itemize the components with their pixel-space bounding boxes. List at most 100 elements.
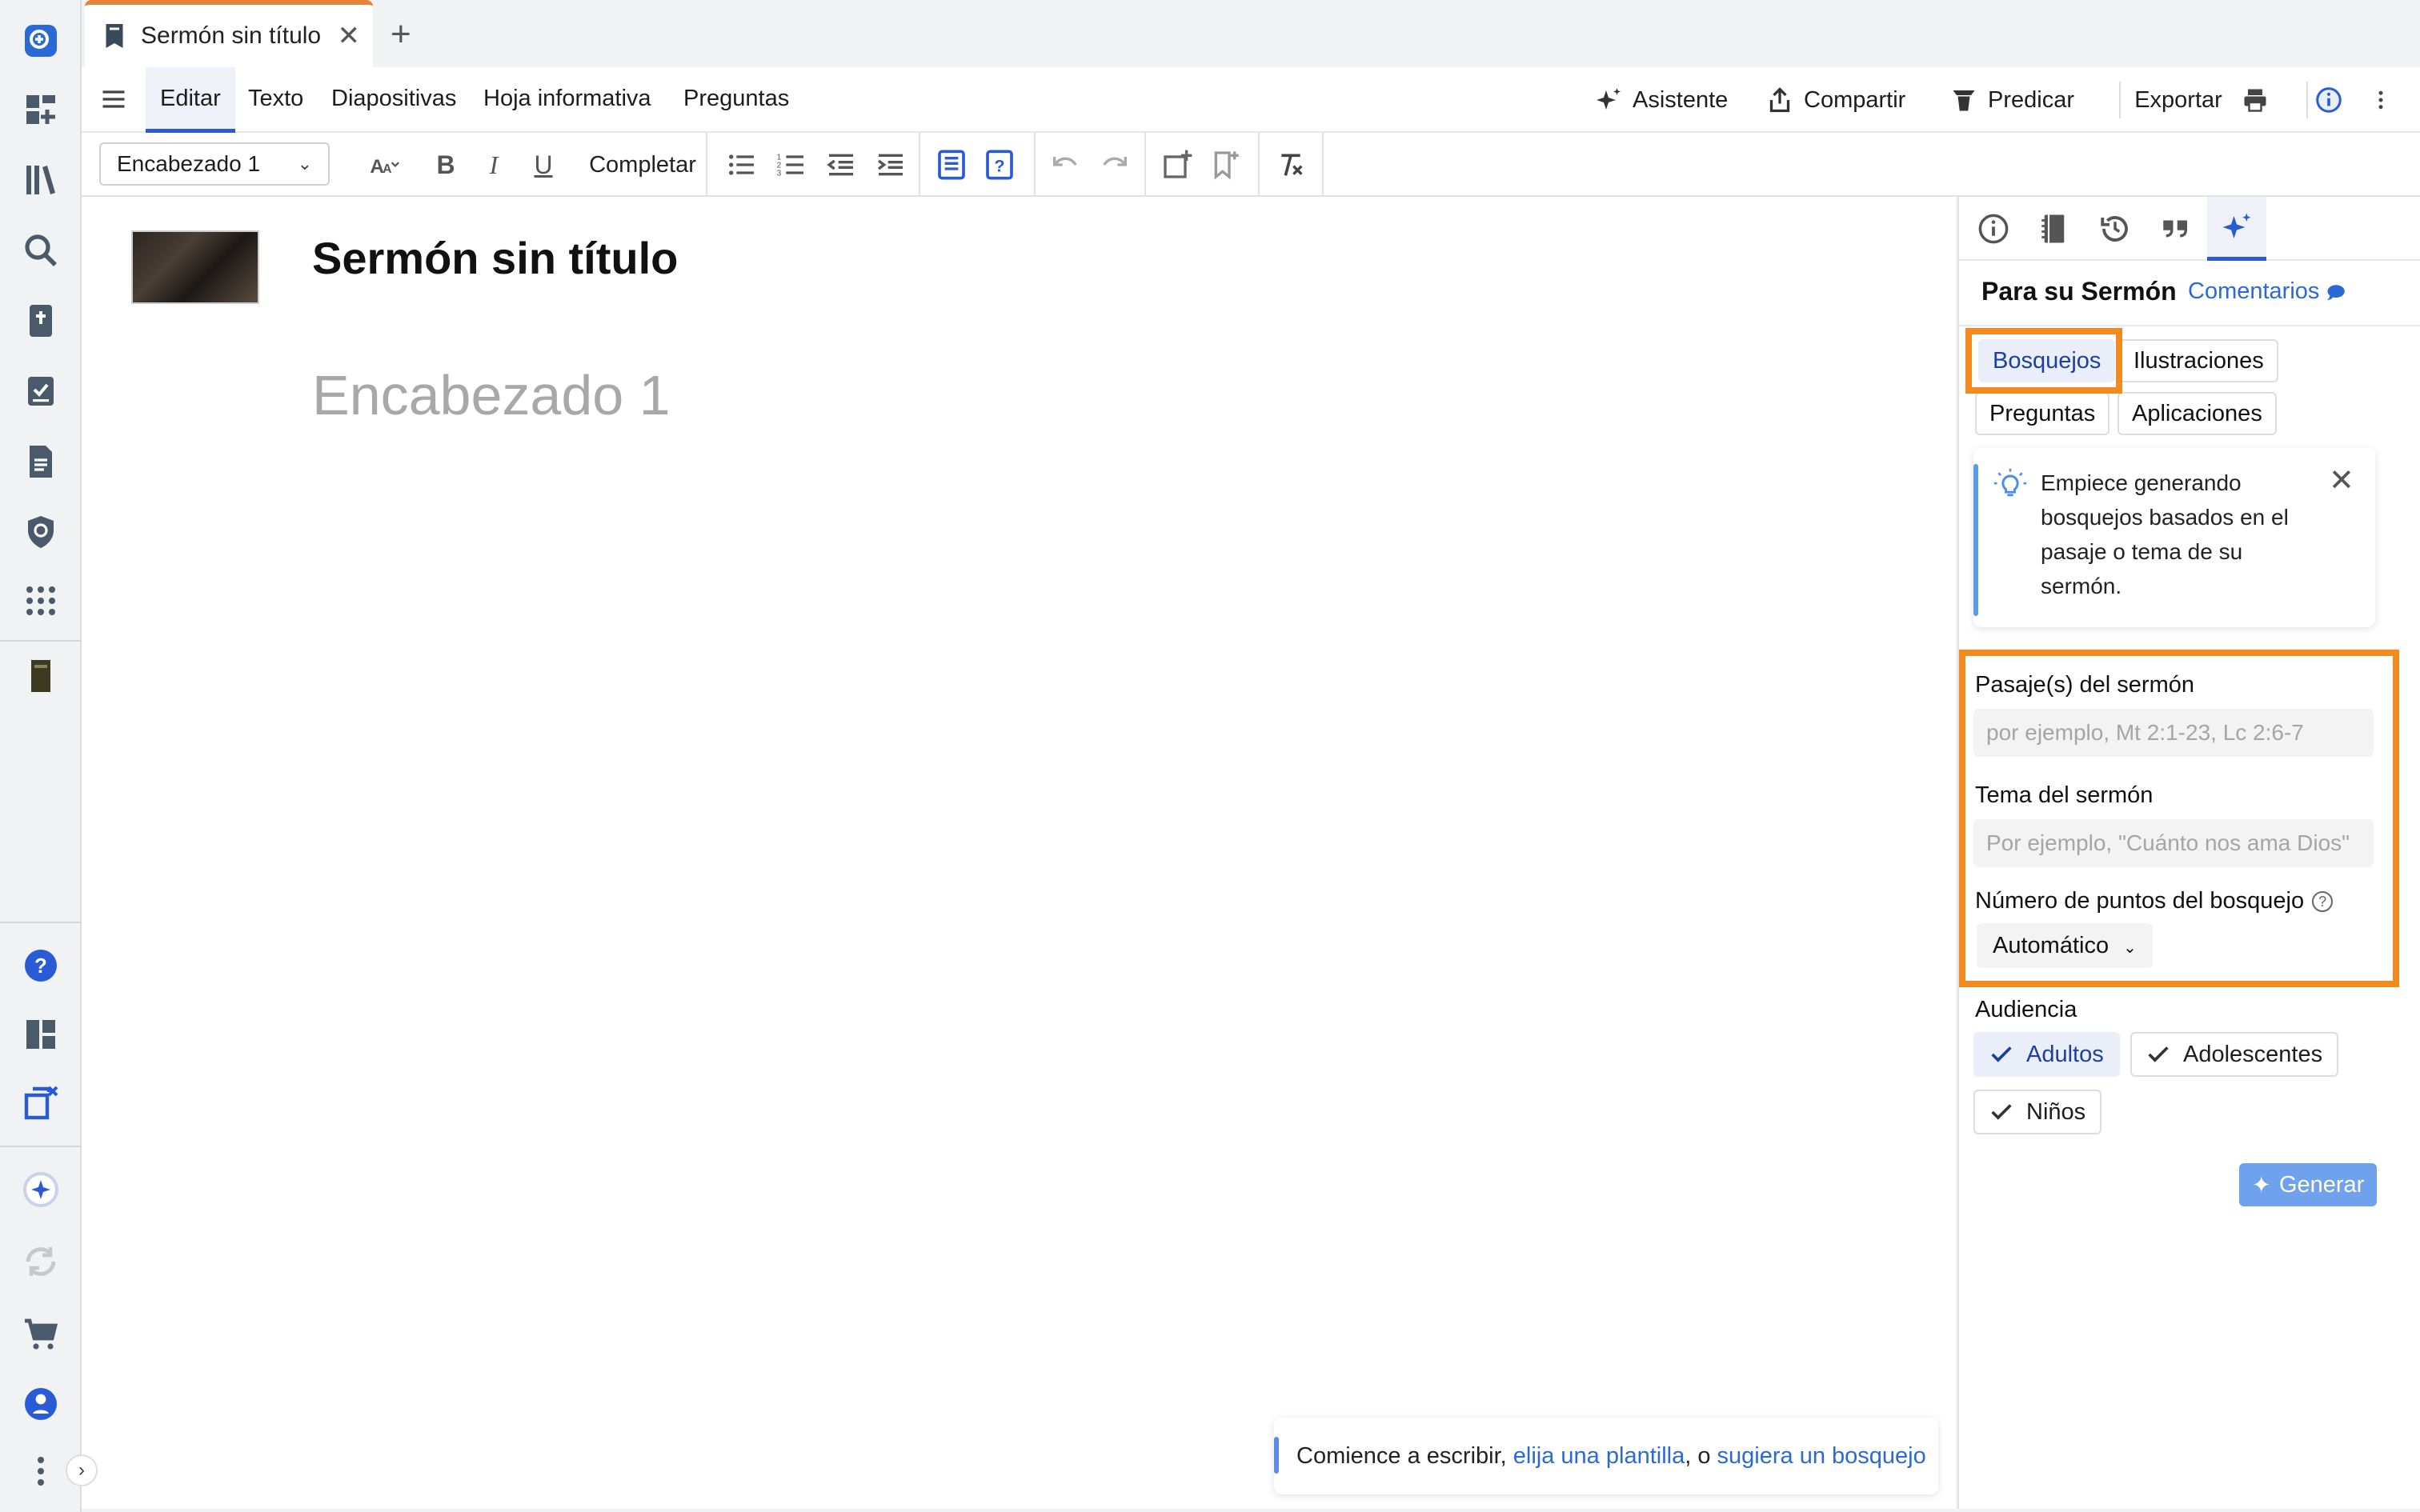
tab-quotes[interactable] bbox=[2146, 197, 2206, 261]
assistant-label: Asistente bbox=[1633, 86, 1729, 113]
chip-preguntas[interactable]: Preguntas bbox=[1975, 392, 2110, 435]
generate-button[interactable]: ✦ Generar bbox=[2239, 1163, 2377, 1206]
bullet-list-icon bbox=[729, 154, 754, 175]
audience-adultos[interactable]: Adultos bbox=[1973, 1032, 2120, 1077]
tab-notebook[interactable] bbox=[2025, 197, 2084, 261]
underline-button[interactable]: U bbox=[523, 144, 563, 186]
points-value: Automático bbox=[1993, 933, 2109, 958]
audience-adolescentes[interactable]: Adolescentes bbox=[2130, 1032, 2339, 1077]
undo-button[interactable] bbox=[1045, 144, 1085, 186]
tab-ai-assistant[interactable] bbox=[2207, 197, 2266, 261]
passage-input[interactable] bbox=[1973, 709, 2374, 757]
share-button[interactable]: Compartir bbox=[1765, 67, 1905, 133]
outdent-icon bbox=[827, 154, 853, 176]
insert-block-button[interactable] bbox=[1157, 144, 1197, 186]
redo-button[interactable] bbox=[1095, 144, 1135, 186]
bullet-list-button[interactable] bbox=[722, 144, 762, 186]
account-icon[interactable] bbox=[18, 1381, 64, 1427]
bold-icon: B bbox=[436, 150, 455, 179]
ai-sparkle-icon[interactable] bbox=[18, 1166, 64, 1213]
new-tab-icon[interactable]: + bbox=[391, 14, 411, 54]
question-block-button[interactable]: ? bbox=[980, 144, 1020, 186]
paragraph-style-select[interactable]: Encabezado 1 ⌄ bbox=[99, 142, 330, 186]
menu-texto[interactable]: Texto bbox=[248, 67, 303, 133]
more-vertical-icon[interactable] bbox=[18, 1448, 64, 1494]
expand-rail-button[interactable]: › bbox=[66, 1454, 98, 1486]
bookmark-add-icon bbox=[1214, 151, 1239, 180]
sync-icon[interactable] bbox=[18, 1238, 64, 1285]
block-format-button[interactable] bbox=[932, 144, 972, 186]
hamburger-menu-icon[interactable] bbox=[99, 85, 128, 114]
clear-format-button[interactable] bbox=[1271, 144, 1311, 186]
layout-icon[interactable] bbox=[18, 1011, 64, 1058]
apps-grid-icon[interactable] bbox=[18, 578, 64, 624]
print-button[interactable] bbox=[2241, 67, 2279, 133]
menu-hoja-informativa[interactable]: Hoja informativa bbox=[483, 67, 651, 133]
shield-icon[interactable] bbox=[18, 509, 64, 555]
preach-label: Predicar bbox=[1988, 86, 2074, 113]
sermon-cover-image[interactable] bbox=[131, 230, 259, 304]
suggest-outline-link[interactable]: sugiera un bosquejo bbox=[1717, 1443, 1926, 1470]
assistant-button[interactable]: Asistente bbox=[1594, 67, 1728, 133]
sparkle-icon: ✦ bbox=[2251, 1172, 2271, 1198]
font-size-button[interactable]: AA bbox=[357, 144, 413, 186]
share-icon bbox=[1769, 87, 1790, 113]
chip-ilustraciones[interactable]: Ilustraciones bbox=[2119, 339, 2278, 382]
info-button[interactable] bbox=[2314, 67, 2353, 133]
dashboard-add-icon[interactable] bbox=[18, 86, 64, 133]
page-title[interactable]: Sermón sin título bbox=[312, 232, 678, 284]
help-circle-icon[interactable]: ? bbox=[2312, 891, 2334, 913]
complete-button[interactable]: Completar bbox=[575, 144, 711, 186]
close-icon[interactable]: ✕ bbox=[2329, 462, 2354, 498]
cart-icon[interactable] bbox=[18, 1310, 64, 1357]
menu-preguntas[interactable]: Preguntas bbox=[683, 67, 789, 133]
more-options-button[interactable] bbox=[2369, 67, 2402, 133]
tab-history[interactable] bbox=[2085, 197, 2145, 261]
copy-close-icon[interactable] bbox=[18, 1080, 64, 1126]
close-icon[interactable]: ✕ bbox=[338, 20, 361, 52]
comment-icon: 🗩 bbox=[2326, 282, 2346, 302]
audience-ninos[interactable]: Niños bbox=[1973, 1090, 2102, 1134]
bible-icon[interactable] bbox=[18, 298, 64, 344]
tip-card: Empiece generando bosquejos basados en e… bbox=[1973, 448, 2375, 627]
library-icon[interactable] bbox=[18, 157, 64, 203]
svg-text:A: A bbox=[383, 162, 391, 176]
book-thumbnail-icon[interactable] bbox=[18, 653, 64, 699]
numbered-list-button[interactable]: 123 bbox=[771, 144, 811, 186]
chip-aplicaciones[interactable]: Aplicaciones bbox=[2118, 392, 2277, 435]
add-box-icon bbox=[1164, 150, 1192, 178]
document-editor[interactable]: Sermón sin título Encabezado 1 Comience … bbox=[82, 197, 1956, 1509]
indent-button[interactable] bbox=[871, 144, 911, 186]
sparkle-icon bbox=[2222, 213, 2251, 238]
menu-bar: Editar Texto Diapositivas Hoja informati… bbox=[82, 67, 2420, 133]
italic-button[interactable]: I bbox=[474, 144, 514, 186]
menu-editar[interactable]: Editar bbox=[146, 67, 235, 133]
preach-button[interactable]: Predicar bbox=[1949, 67, 2074, 133]
topic-input[interactable] bbox=[1973, 819, 2374, 867]
outdent-button[interactable] bbox=[821, 144, 861, 186]
svg-text:?: ? bbox=[994, 155, 1004, 175]
checklist-icon[interactable] bbox=[18, 368, 64, 414]
points-dropdown[interactable]: Automático ⌄ bbox=[1977, 923, 2153, 968]
redo-icon bbox=[1103, 157, 1127, 166]
document-icon[interactable] bbox=[18, 438, 64, 485]
logos-search-icon[interactable] bbox=[18, 18, 64, 64]
notebook-icon bbox=[2041, 214, 2065, 243]
help-icon[interactable]: ? bbox=[18, 942, 64, 989]
choose-template-link[interactable]: elija una plantilla bbox=[1513, 1443, 1685, 1470]
tab-sermon[interactable]: Sermón sin título ✕ bbox=[85, 0, 373, 67]
tab-info[interactable] bbox=[1964, 197, 2023, 261]
heading-placeholder[interactable]: Encabezado 1 bbox=[312, 363, 671, 427]
tab-bar: Sermón sin título ✕ + bbox=[82, 0, 2420, 67]
bookmark-add-button[interactable] bbox=[1205, 144, 1245, 186]
passage-label: Pasaje(s) del sermón bbox=[1975, 672, 2194, 698]
style-select-value: Encabezado 1 bbox=[117, 151, 261, 176]
bold-button[interactable]: B bbox=[426, 144, 466, 186]
export-button[interactable]: Exportar bbox=[2122, 67, 2234, 133]
lightbulb-icon bbox=[1993, 468, 2027, 497]
comments-link[interactable]: Comentarios 🗩 bbox=[2188, 278, 2346, 310]
menu-diapositivas[interactable]: Diapositivas bbox=[331, 67, 456, 133]
panel-tabs bbox=[1959, 197, 2420, 261]
italic-icon: I bbox=[489, 150, 499, 179]
search-icon[interactable] bbox=[18, 227, 64, 274]
